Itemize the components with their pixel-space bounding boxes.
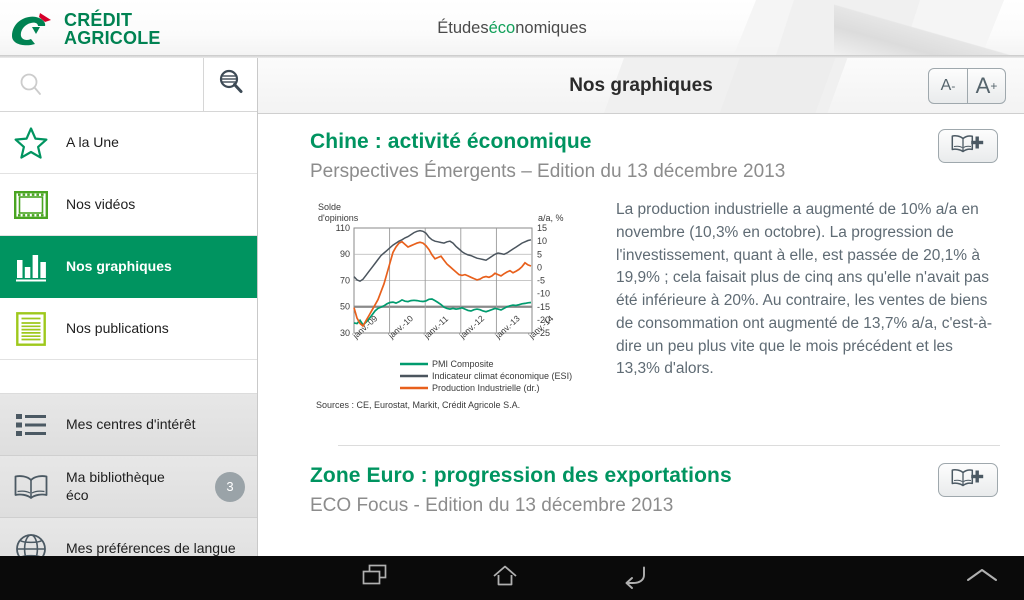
article-body: Solde d'opinions a/a, % 110 90 70 50 30 … [310, 197, 1000, 417]
font-increase-label: A [975, 73, 991, 98]
sidebar-item-nos-graphiques[interactable]: Nos graphiques [0, 236, 257, 298]
search-bar [0, 58, 257, 112]
article-text: La production industrielle a augmenté de… [616, 201, 993, 378]
svg-text:10: 10 [537, 236, 547, 246]
article-title: Chine : activité économique [310, 130, 592, 153]
recents-button[interactable] [360, 563, 390, 594]
svg-text:110: 110 [336, 223, 350, 233]
book-plus-icon [951, 467, 985, 494]
page-title-part-2: éco [488, 18, 516, 37]
chart-source: Sources : CE, Eurostat, Markit, Crédit A… [316, 400, 520, 410]
chart-legend-label-1: Indicateur climat économique (ESI) [432, 371, 572, 381]
sidebar-item-label-line1: Ma bibliothèque [66, 469, 165, 485]
svg-text:30: 30 [340, 328, 350, 338]
font-size-controls: A- A + [928, 68, 1006, 104]
add-to-library-button[interactable] [938, 463, 998, 497]
svg-text:-15: -15 [537, 302, 550, 312]
sidebar-item-label: Mes préférences de langue [66, 539, 236, 556]
sidebar-item-nos-publications[interactable]: Nos publications [0, 298, 257, 360]
sidebar-item-label: Nos publications [66, 319, 169, 336]
chart-ylabel-left-line2: d'opinions [318, 213, 359, 223]
status-badge: 3 [215, 471, 245, 502]
main-panel-title: Nos graphiques [569, 74, 713, 96]
article-subtitle: Perspectives Émergents – Edition du 13 d… [310, 161, 786, 182]
sidebar-item-ma-bibliotheque[interactable]: Ma bibliothèque éco 3 [0, 456, 257, 518]
article-item[interactable]: Chine : activité économique Perspectives… [258, 114, 1024, 446]
sidebar-item-mes-centres-interet[interactable]: Mes centres d'intérêt [0, 394, 257, 456]
sidebar-item-nos-videos[interactable]: Nos vidéos [0, 174, 257, 236]
chart-legend-label-0: PMI Composite [432, 359, 494, 369]
sidebar-item-label: Nos graphiques [66, 257, 172, 274]
font-decrease-button[interactable]: A- [929, 69, 967, 103]
advanced-search-icon [217, 68, 245, 101]
expand-button[interactable] [965, 565, 999, 592]
star-icon [12, 124, 50, 162]
book-plus-icon [951, 133, 985, 160]
chart-ylabel-right: a/a, % [538, 213, 564, 223]
bar-chart-icon [12, 248, 50, 286]
back-icon [620, 563, 650, 594]
svg-text:15: 15 [537, 223, 547, 233]
article-title: Zone Euro : progression des exportations [310, 464, 732, 487]
recents-icon [360, 563, 390, 594]
back-button[interactable] [620, 563, 650, 594]
chart-ylabel-left-line1: Solde [318, 202, 341, 212]
search-input-container[interactable] [0, 58, 203, 111]
home-icon [490, 563, 520, 594]
font-decrease-label: A [940, 77, 952, 94]
sidebar-item-label: Mes centres d'intérêt [66, 415, 196, 432]
sidebar-item-label: A la Une [66, 133, 119, 150]
app-root: CRÉDIT AGRICOLE Études éco nomiques A la… [0, 0, 1024, 600]
document-icon [12, 310, 50, 348]
article-subtitle: ECO Focus - Edition du 13 décembre 2013 [310, 495, 674, 516]
sidebar: A la Une Nos vidéos Nos graphiques Nos p… [0, 58, 258, 580]
page-title-part-3: nomiques [515, 18, 587, 37]
chevron-up-icon [965, 565, 999, 592]
main-panel: Nos graphiques A- A + Chine : activité éc… [258, 58, 1024, 556]
sidebar-item-label: Ma bibliothèque éco [66, 469, 165, 504]
add-to-library-button[interactable] [938, 129, 998, 163]
chart-legend-label-2: Production Industrielle (dr.) [432, 383, 540, 393]
article-item[interactable]: Zone Euro : progression des exportations… [258, 446, 1024, 517]
main-toolbar: Nos graphiques A- A + [258, 58, 1024, 114]
chart-svg: Solde d'opinions a/a, % 110 90 70 50 30 … [310, 197, 602, 412]
android-navigation-bar [0, 556, 1024, 600]
search-icon [16, 70, 46, 100]
svg-text:0: 0 [537, 262, 542, 272]
svg-text:-5: -5 [537, 276, 545, 286]
svg-text:70: 70 [340, 276, 350, 286]
sidebar-item-label: Nos vidéos [66, 195, 136, 212]
list-icon [12, 406, 50, 444]
advanced-search-button[interactable] [203, 58, 257, 111]
home-button[interactable] [490, 563, 520, 594]
film-icon [12, 186, 50, 224]
svg-text:5: 5 [537, 249, 542, 259]
svg-text:-10: -10 [537, 289, 550, 299]
search-input[interactable] [46, 76, 203, 93]
page-title: Études éco nomiques [0, 0, 1024, 56]
sidebar-item-label-line2: éco [66, 486, 89, 503]
article-chart: Solde d'opinions a/a, % 110 90 70 50 30 … [310, 197, 602, 417]
sidebar-item-a-la-une[interactable]: A la Une [0, 112, 257, 174]
book-icon [12, 468, 50, 506]
app-header: CRÉDIT AGRICOLE Études éco nomiques [0, 0, 1024, 58]
article-list[interactable]: Chine : activité économique Perspectives… [258, 114, 1024, 556]
page-title-part-1: Études [437, 18, 489, 37]
svg-text:90: 90 [340, 249, 350, 259]
svg-text:50: 50 [340, 302, 350, 312]
sidebar-spacer [0, 360, 257, 394]
font-increase-button[interactable]: A + [967, 69, 1005, 103]
